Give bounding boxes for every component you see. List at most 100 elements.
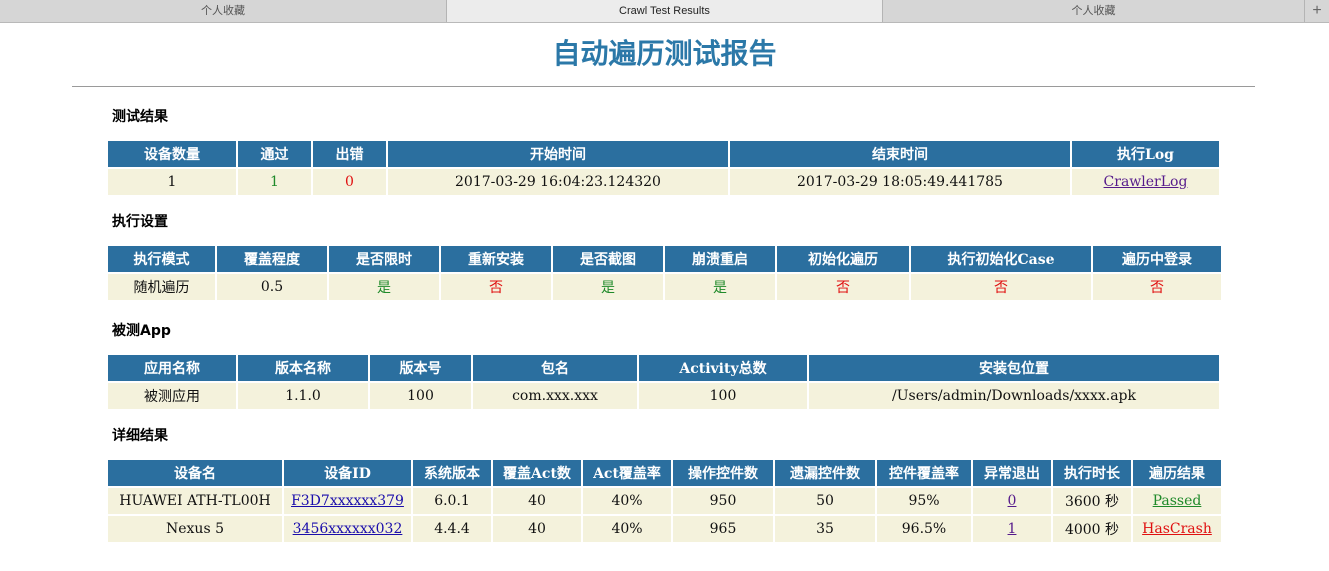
act-rate-cell: 40%: [583, 516, 671, 542]
crawler-log-link[interactable]: CrawlerLog: [1104, 174, 1188, 190]
coverage-cell: 0.5: [217, 274, 327, 300]
col-header: 设备数量: [108, 141, 236, 167]
col-header: Activity总数: [639, 355, 807, 381]
fail-count-cell: 0: [313, 169, 386, 195]
col-header: 重新安装: [441, 246, 551, 272]
col-header: 崩溃重启: [665, 246, 775, 272]
mode-cell: 随机遍历: [108, 274, 215, 300]
crash-count-cell: 1: [973, 516, 1051, 542]
new-tab-plus-icon[interactable]: +: [1305, 0, 1329, 22]
test-results-table: 设备数量 通过 出错 开始时间 结束时间 执行Log 1 1 0 2017-03…: [106, 139, 1221, 197]
col-header: 设备名: [108, 460, 282, 486]
duration-cell: 4000 秒: [1053, 516, 1131, 542]
device-id-link[interactable]: F3D7xxxxxx379: [291, 493, 404, 509]
result-hascrash-link[interactable]: HasCrash: [1142, 521, 1212, 537]
col-header: 遍历中登录: [1093, 246, 1221, 272]
col-header: 是否截图: [553, 246, 663, 272]
device-id-link[interactable]: 3456xxxxxx032: [293, 521, 403, 537]
os-version-cell: 4.4.4: [413, 516, 491, 542]
init-crawl-cell: 否: [777, 274, 909, 300]
start-time-cell: 2017-03-29 16:04:23.124320: [388, 169, 728, 195]
section-label-exec-settings: 执行设置: [112, 214, 168, 230]
col-header: 是否限时: [329, 246, 439, 272]
col-header: 安装包位置: [809, 355, 1219, 381]
col-header: 应用名称: [108, 355, 236, 381]
screenshot-cell: 是: [553, 274, 663, 300]
section-label-test-results: 测试结果: [112, 109, 168, 125]
col-header: 异常退出: [973, 460, 1051, 486]
tab-crawl-test-results[interactable]: Crawl Test Results: [447, 0, 883, 22]
table-header-row: 设备名 设备ID 系统版本 覆盖Act数 Act覆盖率 操作控件数 遗漏控件数 …: [108, 460, 1221, 486]
crash-count-cell: 0: [973, 488, 1051, 514]
table-header-row: 执行模式 覆盖程度 是否限时 重新安装 是否截图 崩溃重启 初始化遍历 执行初始…: [108, 246, 1221, 272]
device-count-cell: 1: [108, 169, 236, 195]
table-header-row: 设备数量 通过 出错 开始时间 结束时间 执行Log: [108, 141, 1219, 167]
activity-count-cell: 100: [639, 383, 807, 409]
ops-count-cell: 965: [673, 516, 773, 542]
table-row: 随机遍历 0.5 是 否 是 是 否 否 否: [108, 274, 1221, 300]
col-header: 执行初始化Case: [911, 246, 1091, 272]
col-header: 操作控件数: [673, 460, 773, 486]
device-name-cell: HUAWEI ATH-TL00H: [108, 488, 282, 514]
browser-tab-bar: 个人收藏 Crawl Test Results 个人收藏 +: [0, 0, 1329, 23]
device-id-cell: 3456xxxxxx032: [284, 516, 411, 542]
tab-favorites-right[interactable]: 个人收藏: [883, 0, 1305, 22]
crash-count-link[interactable]: 1: [1008, 521, 1017, 537]
app-name-cell: 被测应用: [108, 383, 236, 409]
table-header-row: 应用名称 版本名称 版本号 包名 Activity总数 安装包位置: [108, 355, 1219, 381]
version-name-cell: 1.1.0: [238, 383, 368, 409]
col-header: 初始化遍历: [777, 246, 909, 272]
detail-results-table: 设备名 设备ID 系统版本 覆盖Act数 Act覆盖率 操作控件数 遗漏控件数 …: [106, 458, 1223, 544]
device-id-cell: F3D7xxxxxx379: [284, 488, 411, 514]
ctrl-rate-cell: 95%: [877, 488, 971, 514]
app-under-test-table: 应用名称 版本名称 版本号 包名 Activity总数 安装包位置 被测应用 1…: [106, 353, 1221, 411]
result-cell: HasCrash: [1133, 516, 1221, 542]
version-code-cell: 100: [370, 383, 471, 409]
col-header: 开始时间: [388, 141, 728, 167]
result-cell: Passed: [1133, 488, 1221, 514]
login-cell: 否: [1093, 274, 1221, 300]
section-label-detail-results: 详细结果: [112, 428, 168, 444]
col-header: 通过: [238, 141, 311, 167]
col-header: 遍历结果: [1133, 460, 1221, 486]
table-row: 被测应用 1.1.0 100 com.xxx.xxx 100 /Users/ad…: [108, 383, 1219, 409]
col-header: 覆盖Act数: [493, 460, 581, 486]
act-count-cell: 40: [493, 516, 581, 542]
pass-count-cell: 1: [238, 169, 311, 195]
table-row: HUAWEI ATH-TL00H F3D7xxxxxx379 6.0.1 40 …: [108, 488, 1221, 514]
col-header: 执行时长: [1053, 460, 1131, 486]
tab-favorites-left[interactable]: 个人收藏: [0, 0, 447, 22]
col-header: 版本名称: [238, 355, 368, 381]
table-row: 1 1 0 2017-03-29 16:04:23.124320 2017-03…: [108, 169, 1219, 195]
col-header: 覆盖程度: [217, 246, 327, 272]
col-header: 遗漏控件数: [775, 460, 875, 486]
result-passed-link[interactable]: Passed: [1153, 493, 1202, 509]
col-header: 执行模式: [108, 246, 215, 272]
col-header: Act覆盖率: [583, 460, 671, 486]
table-row: Nexus 5 3456xxxxxx032 4.4.4 40 40% 965 3…: [108, 516, 1221, 542]
title-divider: [72, 86, 1255, 87]
ctrl-rate-cell: 96.5%: [877, 516, 971, 542]
time-limit-cell: 是: [329, 274, 439, 300]
act-count-cell: 40: [493, 488, 581, 514]
col-header: 版本号: [370, 355, 471, 381]
apk-path-cell: /Users/admin/Downloads/xxxx.apk: [809, 383, 1219, 409]
device-name-cell: Nexus 5: [108, 516, 282, 542]
duration-cell: 3600 秒: [1053, 488, 1131, 514]
reinstall-cell: 否: [441, 274, 551, 300]
col-header: 包名: [473, 355, 637, 381]
crash-count-link[interactable]: 0: [1008, 493, 1017, 509]
page-title: 自动遍历测试报告: [552, 37, 777, 70]
act-rate-cell: 40%: [583, 488, 671, 514]
missed-count-cell: 35: [775, 516, 875, 542]
init-case-cell: 否: [911, 274, 1091, 300]
col-header: 设备ID: [284, 460, 411, 486]
col-header: 控件覆盖率: [877, 460, 971, 486]
missed-count-cell: 50: [775, 488, 875, 514]
log-cell: CrawlerLog: [1072, 169, 1219, 195]
col-header: 结束时间: [730, 141, 1070, 167]
col-header: 执行Log: [1072, 141, 1219, 167]
col-header: 出错: [313, 141, 386, 167]
exec-settings-table: 执行模式 覆盖程度 是否限时 重新安装 是否截图 崩溃重启 初始化遍历 执行初始…: [106, 244, 1223, 302]
package-cell: com.xxx.xxx: [473, 383, 637, 409]
